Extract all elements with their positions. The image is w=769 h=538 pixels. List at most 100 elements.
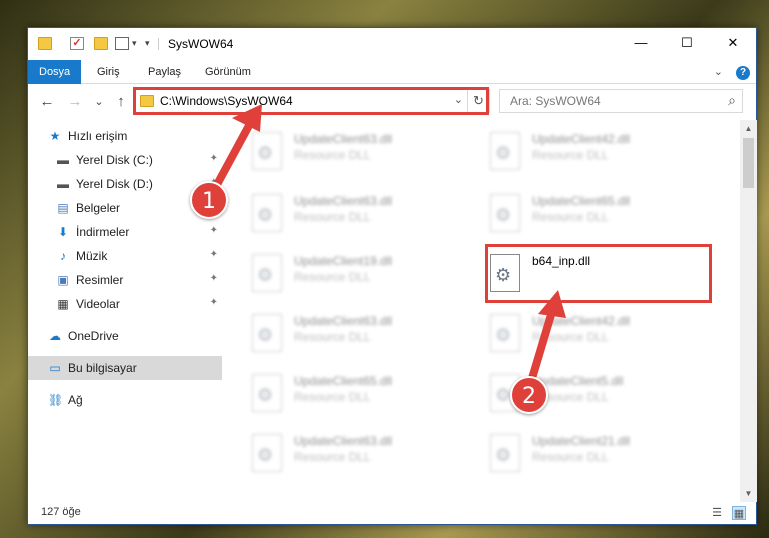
pin-icon: ✦ xyxy=(209,153,218,164)
file-type: Resource DLL xyxy=(532,148,609,162)
file-name: UpdateClient65.dll xyxy=(532,194,631,208)
file-name: UpdateClient63.dll xyxy=(294,132,393,146)
sidebar-item-music[interactable]: ♪ Müzik ✦ xyxy=(28,244,222,268)
pictures-icon: ▣ xyxy=(57,273,69,287)
list-item[interactable]: ⚙ UpdateClient42.dll Resource DLL xyxy=(482,126,702,182)
maximize-button[interactable]: ☐ xyxy=(664,28,710,58)
item-count: 127 öğe xyxy=(41,506,81,518)
scroll-down-icon[interactable]: ▼ xyxy=(740,485,757,502)
scroll-up-icon[interactable]: ▲ xyxy=(740,120,757,137)
dll-file-icon: ⚙ xyxy=(252,132,282,170)
video-icon: ▦ xyxy=(57,297,69,311)
sidebar-item-videos[interactable]: ▦ Videolar ✦ xyxy=(28,292,222,316)
file-type: Resource DLL xyxy=(532,210,609,224)
sidebar-item-network[interactable]: ⛓ Ağ xyxy=(28,388,222,412)
file-type: Resource DLL xyxy=(532,450,609,464)
pin-icon: ✦ xyxy=(209,273,218,284)
file-type: Resource DLL xyxy=(532,330,609,344)
list-item[interactable]: ⚙ UpdateClient42.dll Resource DLL xyxy=(482,308,702,364)
sidebar-item-local-disk-c[interactable]: ▬ Yerel Disk (C:) ✦ xyxy=(28,148,222,172)
minimize-button[interactable]: — xyxy=(618,28,664,58)
file-name: UpdateClient63.dll xyxy=(294,194,393,208)
music-icon: ♪ xyxy=(60,249,66,263)
forward-button[interactable]: → xyxy=(64,90,86,114)
vertical-scrollbar[interactable]: ▲ ▼ xyxy=(740,120,757,502)
title-bar: ✓ ▾ ▾ SysWOW64 — ☐ ✕ xyxy=(28,28,756,60)
sidebar-item-label: Resimler xyxy=(76,273,124,287)
dll-file-icon: ⚙ xyxy=(490,194,520,232)
address-highlight-box xyxy=(133,87,489,115)
list-item[interactable]: ⚙ UpdateClient65.dll Resource DLL xyxy=(244,368,464,424)
chevron-down-icon[interactable]: ⌄ xyxy=(714,66,723,78)
sidebar-item-label: İndirmeler xyxy=(76,225,130,239)
file-type: Resource DLL xyxy=(294,390,371,404)
quick-access-dropdown-icon[interactable]: ▾ xyxy=(132,37,146,50)
large-icons-view-icon[interactable]: ▦ xyxy=(732,506,746,520)
dll-file-icon: ⚙ xyxy=(490,132,520,170)
dll-file-icon: ⚙ xyxy=(490,434,520,472)
tab-giris[interactable]: Giriş xyxy=(86,60,131,84)
list-item[interactable]: ⚙ UpdateClient65.dll Resource DLL xyxy=(482,188,702,244)
new-folder-icon[interactable] xyxy=(94,37,108,50)
download-icon: ⬇ xyxy=(57,225,69,239)
sidebar-item-this-pc[interactable]: ▭ Bu bilgisayar xyxy=(28,356,222,380)
dll-file-icon: ⚙ xyxy=(252,194,282,232)
pin-icon: ✦ xyxy=(209,225,218,236)
window-title: SysWOW64 xyxy=(168,37,234,51)
sidebar-item-downloads[interactable]: ⬇ İndirmeler ✦ xyxy=(28,220,222,244)
sidebar-item-quick-access[interactable]: ★ Hızlı erişim xyxy=(28,124,222,148)
tab-gorunum[interactable]: Görünüm xyxy=(194,60,262,84)
ribbon-controls: ⌄ ? xyxy=(714,65,750,80)
ribbon-tabs: Dosya Giriş Paylaş Görünüm ⌄ ? xyxy=(28,60,756,84)
tab-dosya[interactable]: Dosya xyxy=(28,60,82,84)
dll-file-icon: ⚙ xyxy=(252,314,282,352)
list-item[interactable]: ⚙ UpdateClient19.dll Resource DLL xyxy=(244,248,464,304)
dll-file-icon: ⚙ xyxy=(252,374,282,412)
status-bar: 127 öğe ☰ ▦ xyxy=(28,502,756,524)
file-type: Resource DLL xyxy=(294,210,371,224)
file-name: UpdateClient42.dll xyxy=(532,314,631,328)
close-button[interactable]: ✕ xyxy=(710,28,756,58)
sidebar-item-pictures[interactable]: ▣ Resimler ✦ xyxy=(28,268,222,292)
toolbar-dropdown-icon[interactable]: ▾ xyxy=(145,37,159,50)
file-type: Resource DLL xyxy=(294,270,371,284)
sidebar-item-label: Hızlı erişim xyxy=(68,129,128,143)
sidebar-item-onedrive[interactable]: ☁ OneDrive xyxy=(28,324,222,348)
sidebar-item-label: Bu bilgisayar xyxy=(68,361,137,375)
scroll-thumb[interactable] xyxy=(743,138,754,188)
file-list: ⚙ UpdateClient63.dll Resource DLL ⚙ Upda… xyxy=(224,120,740,502)
list-item[interactable]: ⚙ UpdateClient63.dll Resource DLL xyxy=(244,188,464,244)
details-view-icon[interactable]: ☰ xyxy=(710,506,724,520)
customize-quick-access-icon[interactable] xyxy=(115,37,129,50)
help-icon[interactable]: ? xyxy=(736,66,750,80)
network-icon: ⛓ xyxy=(48,393,64,407)
dll-file-icon: ⚙ xyxy=(252,254,282,292)
file-type: Resource DLL xyxy=(294,450,371,464)
drive-icon: ▬ xyxy=(57,177,69,191)
computer-icon: ▭ xyxy=(49,361,61,375)
drive-icon: ▬ xyxy=(57,153,69,167)
navigation-pane: ★ Hızlı erişim ▬ Yerel Disk (C:) ✦ ▬ Yer… xyxy=(28,124,222,502)
sidebar-item-label: OneDrive xyxy=(68,329,119,343)
list-item[interactable]: ⚙ UpdateClient21.dll Resource DLL xyxy=(482,428,702,484)
list-item[interactable]: ⚙ UpdateClient63.dll Resource DLL xyxy=(244,428,464,484)
file-name: UpdateClient65.dll xyxy=(294,374,393,388)
list-item[interactable]: ⚙ UpdateClient63.dll Resource DLL xyxy=(244,126,464,182)
list-item[interactable]: ⚙ UpdateClient63.dll Resource DLL xyxy=(244,308,464,364)
file-name: UpdateClient21.dll xyxy=(532,434,631,448)
back-button[interactable]: ← xyxy=(36,90,58,114)
up-button[interactable]: ↑ xyxy=(110,90,132,114)
recent-locations-button[interactable]: ⌄ xyxy=(88,90,110,114)
dll-file-icon: ⚙ xyxy=(252,434,282,472)
search-icon[interactable]: ⌕ xyxy=(728,92,736,109)
search-box[interactable]: Ara: SysWOW64 ⌕ xyxy=(499,89,743,113)
file-name: UpdateClient19.dll xyxy=(294,254,393,268)
tab-paylas[interactable]: Paylaş xyxy=(137,60,192,84)
search-input[interactable]: Ara: SysWOW64 xyxy=(510,94,601,108)
sidebar-item-label: Belgeler xyxy=(76,201,121,215)
folder-icon xyxy=(38,37,52,50)
sidebar-item-label: Yerel Disk (C:) xyxy=(76,153,153,167)
sidebar-item-label: Müzik xyxy=(76,249,108,263)
properties-check-icon[interactable]: ✓ xyxy=(70,37,84,50)
file-highlight-box xyxy=(485,244,712,303)
